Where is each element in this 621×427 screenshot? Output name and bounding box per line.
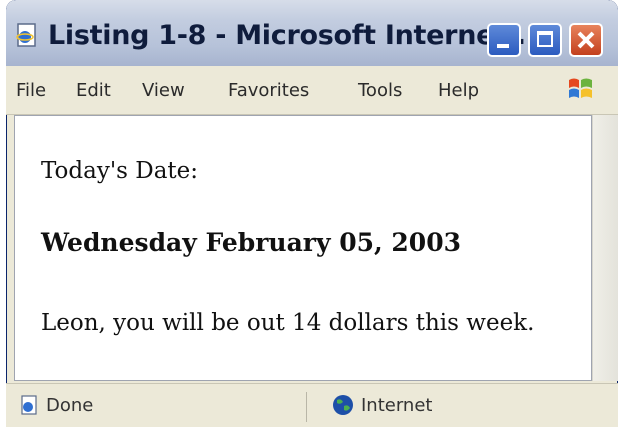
menu-edit[interactable]: Edit <box>76 80 111 101</box>
status-bar <box>6 383 618 427</box>
internet-globe-icon <box>333 395 353 415</box>
close-button[interactable] <box>569 23 603 57</box>
status-text: Done <box>46 395 94 416</box>
date-value: Wednesday February 05, 2003 <box>41 228 461 257</box>
window-title: Listing 1-8 - Microsoft Internet ... <box>48 20 546 51</box>
ie-page-icon[interactable] <box>14 22 40 48</box>
browser-window: Listing 1-8 - Microsoft Internet ... Fil… <box>6 0 618 427</box>
windows-logo-icon <box>569 78 592 98</box>
menu-tools[interactable]: Tools <box>358 80 402 101</box>
title-bar[interactable]: Listing 1-8 - Microsoft Internet ... <box>6 0 618 66</box>
status-divider <box>306 392 307 422</box>
page-done-icon <box>21 395 37 415</box>
menu-view[interactable]: View <box>142 80 185 101</box>
maximize-button[interactable] <box>528 23 562 57</box>
message-text: Leon, you will be out 14 dollars this we… <box>41 310 535 336</box>
page-content: Today's Date: Wednesday February 05, 200… <box>14 115 592 381</box>
close-icon <box>577 31 595 49</box>
minimize-button[interactable] <box>487 23 521 57</box>
vertical-scrollbar[interactable] <box>592 115 618 381</box>
menu-file[interactable]: File <box>16 80 46 101</box>
menu-favorites[interactable]: Favorites <box>228 80 309 101</box>
menu-bar: File Edit View Favorites Tools Help <box>6 66 618 115</box>
menu-help[interactable]: Help <box>438 80 479 101</box>
security-zone-text: Internet <box>361 395 433 416</box>
date-label: Today's Date: <box>41 158 199 184</box>
